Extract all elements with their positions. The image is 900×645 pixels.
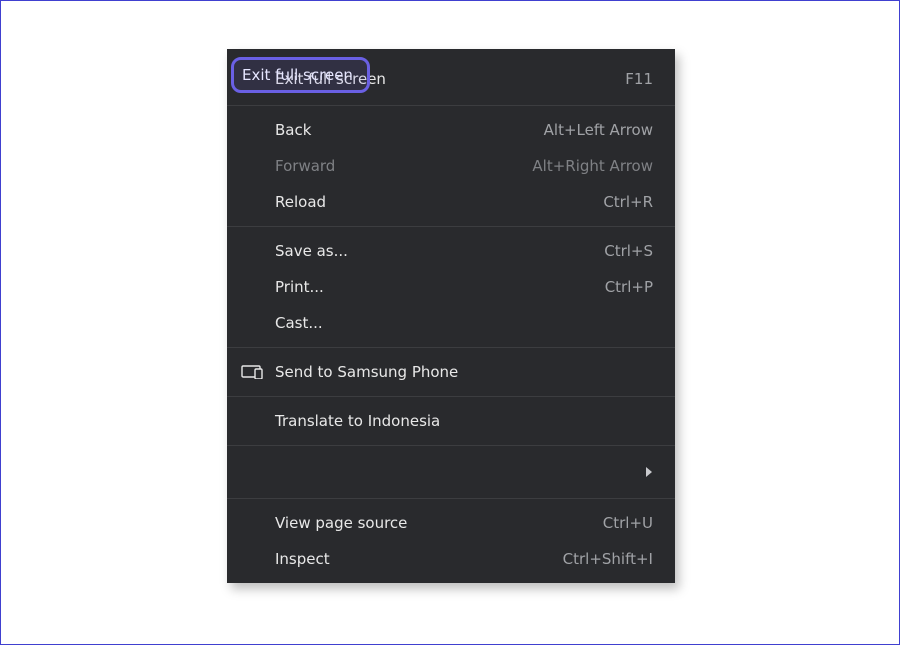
menu-separator — [227, 498, 675, 499]
menu-item-send-to-samsung-phone[interactable]: Send to Samsung Phone — [227, 354, 675, 390]
menu-separator — [227, 347, 675, 348]
menu-item-shortcut: Ctrl+Shift+I — [563, 550, 653, 568]
menu-item-submenu[interactable] — [227, 452, 675, 492]
menu-item-label: Inspect — [275, 550, 563, 568]
menu-item-shortcut: Ctrl+S — [604, 242, 653, 260]
menu-item-label: Exit full screen — [275, 70, 625, 88]
menu-item-save-as[interactable]: Save as... Ctrl+S — [227, 233, 675, 269]
menu-item-shortcut: Ctrl+P — [605, 278, 653, 296]
page-frame: Exit full screen F11 Exit full screen Ba… — [0, 0, 900, 645]
menu-item-shortcut: F11 — [625, 70, 653, 88]
menu-item-label: Translate to Indonesia — [275, 412, 653, 430]
chevron-right-icon — [645, 466, 653, 478]
send-to-device-icon — [241, 364, 263, 380]
menu-item-translate[interactable]: Translate to Indonesia — [227, 403, 675, 439]
menu-separator — [227, 105, 675, 106]
menu-item-back[interactable]: Back Alt+Left Arrow — [227, 112, 675, 148]
menu-item-label: Reload — [275, 193, 603, 211]
menu-separator — [227, 396, 675, 397]
menu-item-label: Save as... — [275, 242, 604, 260]
menu-item-shortcut: Ctrl+U — [603, 514, 653, 532]
menu-item-label: Cast... — [275, 314, 653, 332]
menu-item-label: View page source — [275, 514, 603, 532]
menu-item-label: Send to Samsung Phone — [275, 363, 653, 381]
context-menu: Exit full screen F11 Exit full screen Ba… — [227, 49, 675, 583]
menu-item-exit-full-screen[interactable]: Exit full screen F11 Exit full screen — [227, 55, 675, 99]
menu-separator — [227, 226, 675, 227]
menu-item-cast[interactable]: Cast... — [227, 305, 675, 341]
menu-separator — [227, 445, 675, 446]
menu-item-shortcut: Ctrl+R — [603, 193, 653, 211]
menu-item-shortcut: Alt+Left Arrow — [544, 121, 653, 139]
menu-item-label: Print... — [275, 278, 605, 296]
menu-item-forward: Forward Alt+Right Arrow — [227, 148, 675, 184]
menu-item-label: Forward — [275, 157, 532, 175]
menu-item-shortcut: Alt+Right Arrow — [532, 157, 653, 175]
menu-item-view-page-source[interactable]: View page source Ctrl+U — [227, 505, 675, 541]
menu-item-print[interactable]: Print... Ctrl+P — [227, 269, 675, 305]
menu-item-inspect[interactable]: Inspect Ctrl+Shift+I — [227, 541, 675, 577]
menu-item-label: Back — [275, 121, 544, 139]
menu-item-reload[interactable]: Reload Ctrl+R — [227, 184, 675, 220]
